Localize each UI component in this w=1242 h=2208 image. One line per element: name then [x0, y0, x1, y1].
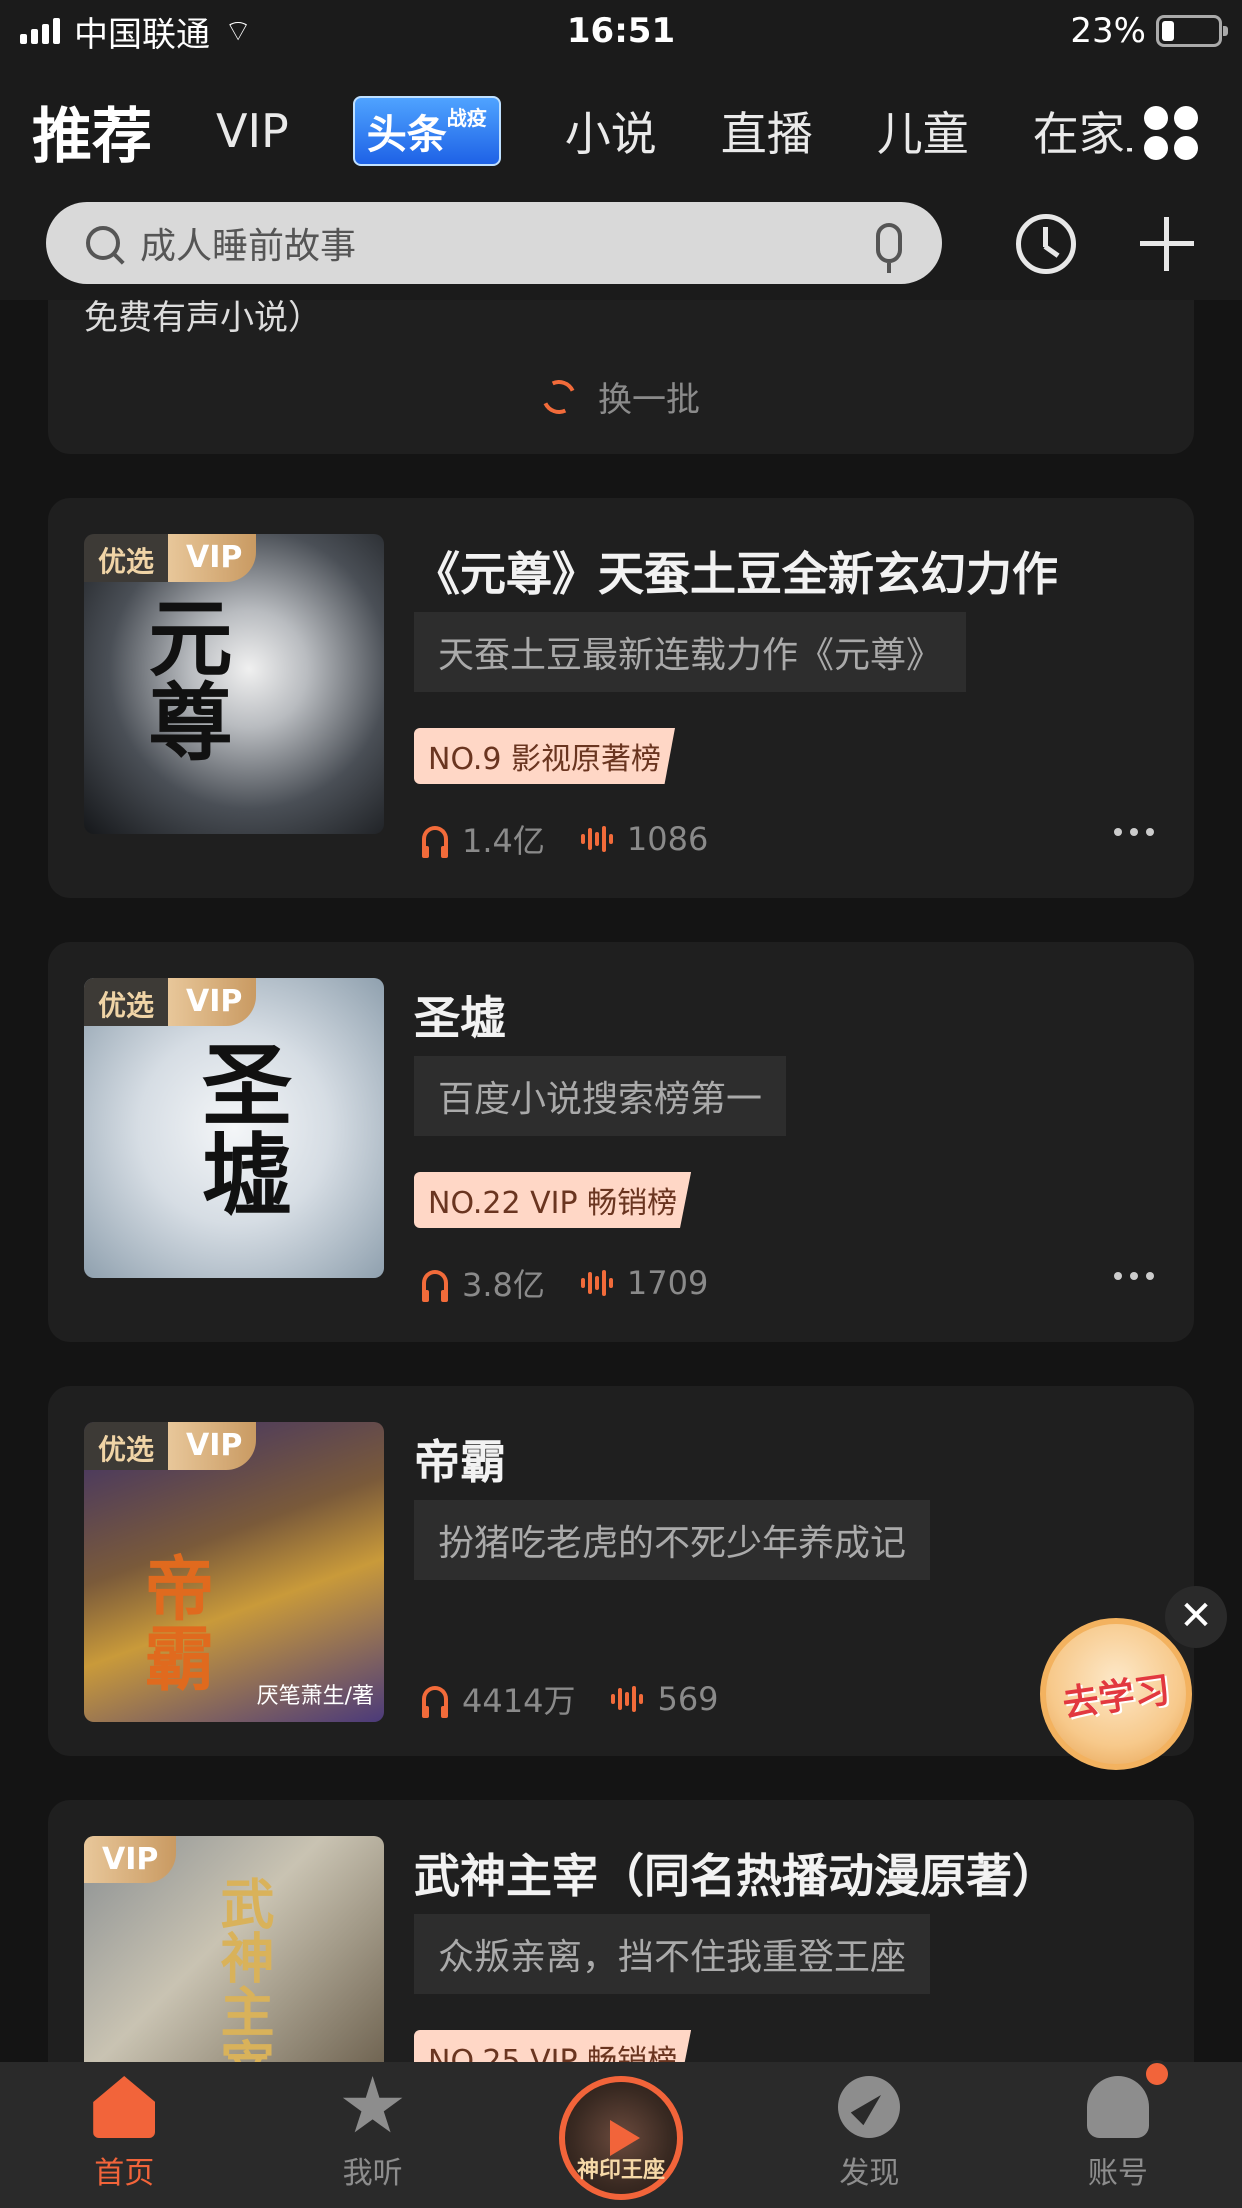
- album-title[interactable]: 帝霸: [414, 1426, 506, 1492]
- cover-title-text: 圣墟: [186, 1038, 292, 1218]
- user-icon: [1086, 2060, 1171, 2138]
- album-description: 众叛亲离，挡不住我重登王座: [414, 1914, 931, 1994]
- premium-badge: 优选 VIP: [84, 534, 257, 582]
- album-description: 百度小说搜索榜第一: [414, 1056, 787, 1136]
- tab-recommend[interactable]: 推荐: [32, 90, 152, 172]
- study-floating-button[interactable]: 去学习: [1040, 1618, 1192, 1770]
- wifi-icon: ⌔: [224, 14, 253, 49]
- search-icon: [86, 226, 120, 260]
- carrier-label: 中国联通: [74, 14, 210, 55]
- more-options-icon[interactable]: [1114, 828, 1154, 836]
- tab-live[interactable]: 直播: [721, 98, 813, 164]
- top-header: 推荐 VIP 头条战疫 小说 直播 儿童 在家上 成人睡前故事: [0, 62, 1242, 300]
- star-icon: [342, 2076, 403, 2133]
- signal-icon: [20, 18, 60, 44]
- track-count: 1709: [626, 1264, 709, 1302]
- status-bar: 中国联通 ⌔ 16:51 23%: [0, 0, 1242, 62]
- album-cover[interactable]: 圣墟 优选 VIP: [84, 978, 384, 1278]
- headphone-icon: [422, 826, 448, 858]
- bottom-nav: 首页 我听 神印王座 发现 账号: [0, 2060, 1242, 2208]
- audio-wave-icon: [611, 1685, 644, 1713]
- nav-listen[interactable]: 我听: [248, 2062, 496, 2208]
- cover-title-text: 帝霸: [133, 1552, 216, 1692]
- refresh-button[interactable]: 换一批: [48, 372, 1194, 421]
- study-label: 去学习: [1060, 1669, 1173, 1726]
- tab-toutiao[interactable]: 头条战疫: [352, 96, 501, 166]
- badge-vip: VIP: [84, 1836, 177, 1883]
- album-card[interactable]: 元尊 优选 VIP 《元尊》天蚕土豆全新玄幻力作 天蚕土豆最新连载力作《元尊》 …: [48, 498, 1194, 898]
- cover-title-text: 元尊: [135, 594, 234, 762]
- rank-tag[interactable]: NO.9 影视原著榜: [414, 728, 675, 784]
- album-description: 扮猪吃老虎的不死少年养成记: [414, 1500, 931, 1580]
- nav-account[interactable]: 账号: [994, 2060, 1242, 2208]
- tab-at-home[interactable]: 在家上: [1033, 98, 1132, 164]
- nav-listen-label: 我听: [342, 2156, 403, 2191]
- status-right: 23%: [1070, 11, 1228, 51]
- history-clock-icon[interactable]: [1016, 214, 1076, 274]
- audio-wave-icon: [580, 825, 613, 853]
- track-count: 569: [657, 1680, 719, 1718]
- play-icon: [610, 2120, 641, 2156]
- play-count: 4414万: [462, 1682, 576, 1720]
- badge-vip: VIP: [168, 978, 257, 1026]
- album-stats: 3.8亿 1709: [422, 1260, 708, 1306]
- more-options-icon[interactable]: [1114, 1272, 1154, 1280]
- tab-novel[interactable]: 小说: [565, 98, 657, 164]
- play-count: 1.4亿: [462, 822, 545, 860]
- album-cover[interactable]: 元尊 优选 VIP: [84, 534, 384, 834]
- close-floating-icon[interactable]: ✕: [1165, 1586, 1227, 1648]
- compass-icon: [838, 2076, 901, 2138]
- headphone-icon: [422, 1270, 448, 1302]
- album-title[interactable]: 《元尊》天蚕土豆全新玄幻力作: [414, 538, 1058, 604]
- tab-toutiao-badge: 战疫: [446, 106, 487, 130]
- status-left: 中国联通 ⌔: [20, 7, 252, 56]
- player-album-label: 神印王座: [577, 2158, 666, 2183]
- refresh-icon: [537, 374, 581, 419]
- headphone-icon: [422, 1686, 448, 1718]
- search-input[interactable]: 成人睡前故事: [140, 217, 876, 269]
- premium-badge: 优选 VIP: [84, 1422, 257, 1470]
- nav-home-label: 首页: [94, 2156, 155, 2191]
- battery-percent: 23%: [1070, 11, 1146, 51]
- all-categories-icon[interactable]: [1144, 106, 1198, 160]
- nav-home[interactable]: 首页: [0, 2062, 248, 2208]
- album-title[interactable]: 武神主宰（同名热播动漫原著）: [414, 1840, 1058, 1906]
- nav-discover-label: 发现: [839, 2156, 900, 2191]
- album-stats: 1.4亿 1086: [422, 816, 708, 862]
- album-card[interactable]: 圣墟 优选 VIP 圣墟 百度小说搜索榜第一 NO.22 VIP 畅销榜 3.8…: [48, 942, 1194, 1342]
- tab-kids[interactable]: 儿童: [877, 98, 969, 164]
- tab-vip[interactable]: VIP: [216, 104, 289, 158]
- rank-tag[interactable]: NO.22 VIP 畅销榜: [414, 1172, 692, 1228]
- category-tabs: 推荐 VIP 头条战疫 小说 直播 儿童 在家上: [32, 90, 1132, 172]
- nav-player[interactable]: 神印王座: [497, 2062, 745, 2208]
- cover-author: 厌笔萧生/著: [256, 1684, 374, 1709]
- badge-preferred: 优选: [84, 978, 169, 1026]
- badge-vip: VIP: [168, 1422, 257, 1470]
- home-icon: [93, 2076, 156, 2138]
- tab-toutiao-label: 头条: [366, 112, 447, 158]
- microphone-icon[interactable]: [876, 223, 902, 273]
- album-description: 天蚕土豆最新连载力作《元尊》: [414, 612, 967, 692]
- album-title[interactable]: 圣墟: [414, 982, 506, 1048]
- album-card[interactable]: 帝霸 厌笔萧生/著 优选 VIP 帝霸 扮猪吃老虎的不死少年养成记 4414万 …: [48, 1386, 1194, 1756]
- badge-preferred: 优选: [84, 1422, 169, 1470]
- track-count: 1086: [626, 820, 709, 858]
- notification-dot: [1142, 2060, 1171, 2088]
- battery-icon: [1156, 15, 1228, 47]
- nav-discover[interactable]: 发现: [745, 2062, 993, 2208]
- badge-preferred: 优选: [84, 534, 169, 582]
- nav-account-label: 账号: [1087, 2156, 1148, 2191]
- refresh-label: 换一批: [598, 380, 700, 420]
- play-count: 3.8亿: [462, 1266, 545, 1304]
- badge-vip: VIP: [168, 534, 257, 582]
- audio-wave-icon: [580, 1269, 613, 1297]
- premium-badge: 优选 VIP: [84, 978, 257, 1026]
- add-plus-icon[interactable]: [1140, 217, 1194, 271]
- album-stats: 4414万 569: [422, 1676, 719, 1722]
- cover-title-text: 武神主宰: [211, 1876, 275, 2092]
- search-bar[interactable]: 成人睡前故事: [46, 202, 942, 284]
- album-cover[interactable]: 帝霸 厌笔萧生/著 优选 VIP: [84, 1422, 384, 1722]
